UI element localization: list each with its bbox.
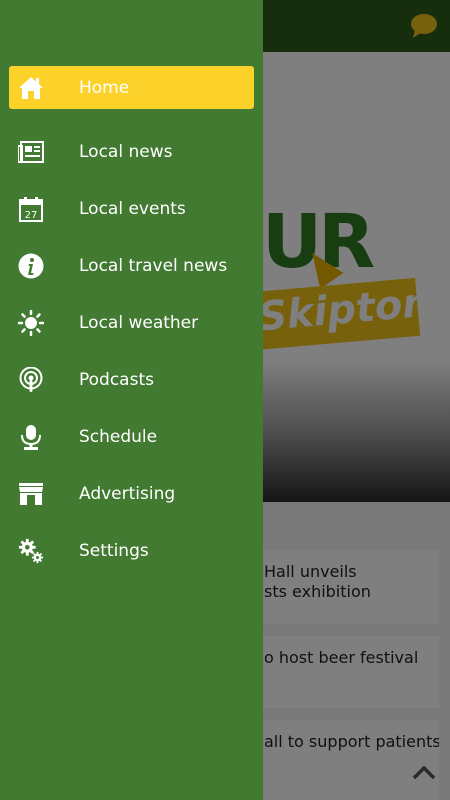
menu-item-advertising[interactable]: Advertising [0,465,263,522]
microphone-icon [18,424,44,450]
home-icon [18,75,44,101]
menu-item-local-events[interactable]: 27 Local events [0,180,263,237]
menu-item-local-news[interactable]: Local news [0,123,263,180]
gears-icon [18,538,44,564]
menu-item-label: Podcasts [79,369,154,390]
calendar-day-text: 27 [25,210,38,221]
menu-item-label: Local events [79,198,186,219]
menu-item-label: Local weather [79,312,199,333]
menu-item-label: Home [79,77,130,98]
calendar-icon: 27 [18,196,44,222]
menu-item-local-weather[interactable]: Local weather [0,294,263,351]
storefront-icon [18,481,44,507]
menu-item-schedule[interactable]: Schedule [0,408,263,465]
menu-item-local-travel-news[interactable]: Local travel news [0,237,263,294]
menu-item-label: Schedule [79,426,158,447]
menu-item-label: Settings [79,540,149,561]
sun-icon [18,309,44,336]
menu-item-label: Advertising [79,483,176,504]
newspaper-icon [18,139,44,165]
menu-item-home[interactable]: Home [9,66,254,109]
menu-item-label: Local travel news [79,255,228,276]
menu-item-settings[interactable]: Settings [0,522,263,579]
menu-item-podcasts[interactable]: Podcasts [0,351,263,408]
podcast-icon [18,366,44,393]
drawer-menu: Home Local news 27 Local events Local tr… [0,66,263,579]
info-icon [18,253,44,279]
menu-item-label: Local news [79,141,173,162]
navigation-drawer: Home Local news 27 Local events Local tr… [0,0,263,800]
